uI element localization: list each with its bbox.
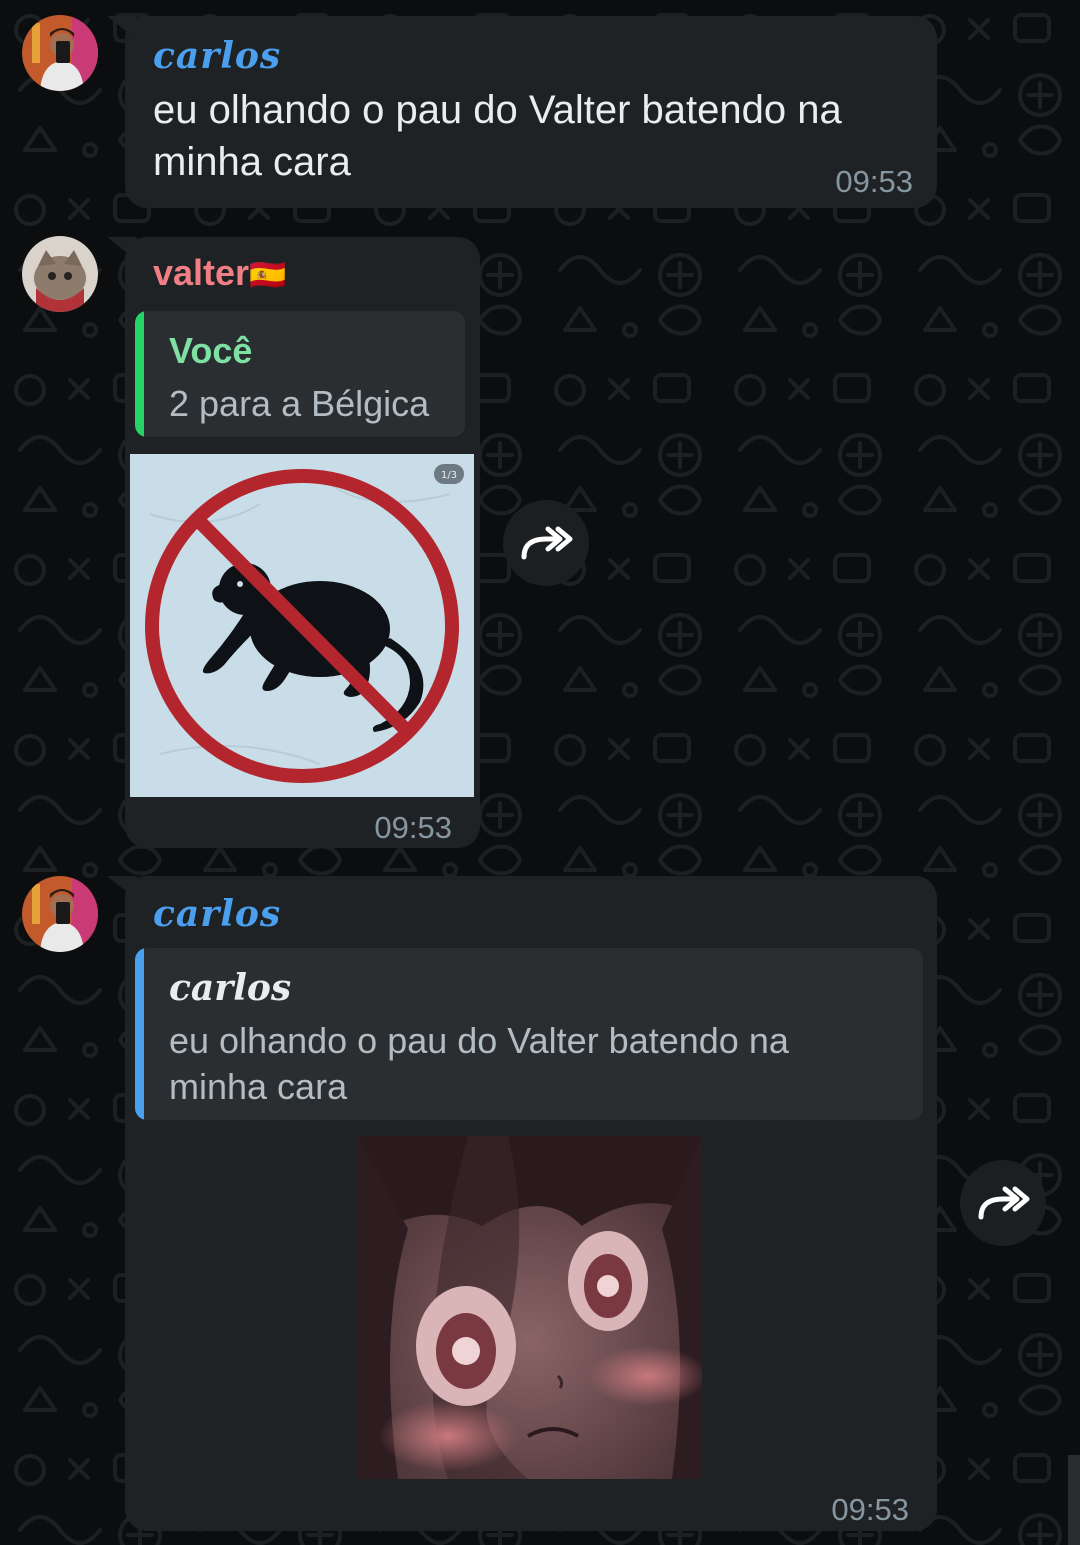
- sender-name[interactable]: carlos: [153, 892, 281, 936]
- quote-text: eu olhando o pau do Valter batendo na mi…: [169, 1020, 789, 1107]
- sender-name-text: valter: [153, 252, 250, 293]
- message-bubble-2[interactable]: valter🇪🇸 Você 2 para a Bélgica 1/3 09:53: [107, 237, 480, 848]
- avatar-valter[interactable]: [22, 236, 98, 312]
- forward-button-2[interactable]: [503, 500, 589, 586]
- reply-quote[interactable]: carlos eu olhando o pau do Valter batend…: [135, 948, 923, 1120]
- sticker-anime-girl[interactable]: [358, 1136, 702, 1479]
- message-time: 09:53: [831, 1492, 909, 1527]
- message-time: 09:53: [835, 164, 913, 199]
- sender-name[interactable]: valter🇪🇸: [153, 251, 286, 298]
- message-text: eu olhando o pau do Valter batendo na mi…: [153, 88, 842, 184]
- forward-icon: [978, 1186, 1030, 1220]
- image-badge: 1/3: [441, 470, 457, 481]
- forward-icon: [521, 526, 573, 560]
- reply-quote[interactable]: Você 2 para a Bélgica: [135, 311, 465, 437]
- quote-text: 2 para a Bélgica: [169, 383, 430, 424]
- avatar-carlos[interactable]: [22, 876, 98, 952]
- image-no-monkey-sign[interactable]: 1/3: [130, 454, 474, 797]
- quote-sender: carlos: [169, 967, 292, 1009]
- spain-flag-icon: 🇪🇸: [249, 259, 287, 292]
- message-bubble-1[interactable]: carlos eu olhando o pau do Valter batend…: [107, 16, 937, 208]
- message-bubble-3[interactable]: carlos carlos eu olhando o pau do Valter…: [107, 876, 937, 1531]
- sender-name[interactable]: carlos: [153, 34, 281, 78]
- forward-button-3[interactable]: [960, 1160, 1046, 1246]
- message-time: 09:53: [374, 810, 452, 845]
- avatar-carlos[interactable]: [22, 15, 98, 91]
- quote-sender: Você: [169, 330, 253, 371]
